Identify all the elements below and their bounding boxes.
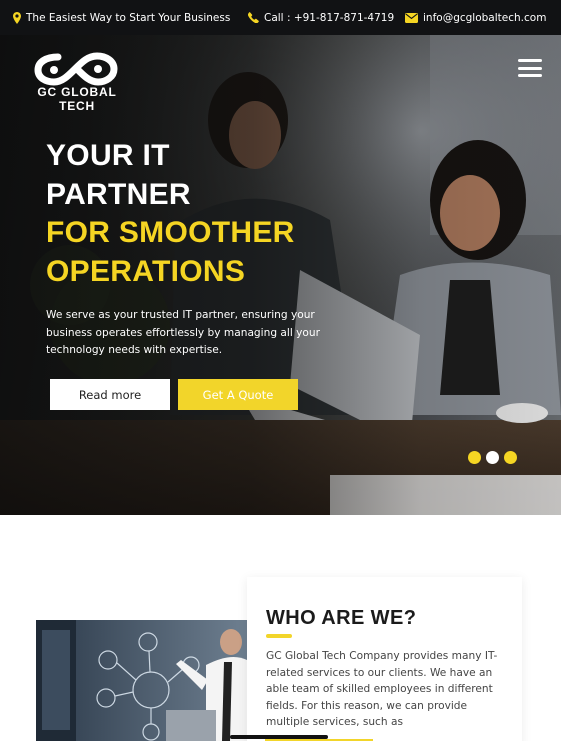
hero-description: We serve as your trusted IT partner, ens…	[46, 309, 320, 356]
hero-headline: YOUR IT PARTNER FOR SMOOTHER OPERATIONS	[46, 137, 295, 291]
phone-icon	[248, 12, 259, 23]
logo-text: GC GLOBAL TECH	[37, 85, 117, 113]
about-card: WHO ARE WE? GC Global Tech Company provi…	[247, 577, 522, 741]
phone-text: Call : +91-817-871-4719	[264, 11, 395, 24]
hero-section: GC GLOBAL TECH YOUR IT PARTNER FOR SMOOT…	[0, 35, 561, 515]
about-text: GC Global Tech Company provides many IT-…	[266, 650, 498, 728]
infinity-logo-icon	[34, 52, 118, 86]
envelope-icon	[405, 12, 418, 23]
slider-dots	[468, 451, 517, 464]
hamburger-menu-icon[interactable]	[518, 59, 542, 77]
headline-line: PARTNER	[46, 177, 191, 211]
get-quote-button[interactable]: Get A Quote	[178, 379, 298, 410]
headline-line-accent: OPERATIONS	[46, 254, 246, 288]
home-indicator	[230, 735, 328, 739]
tagline-text: The Easiest Way to Start Your Business	[26, 11, 231, 24]
about-title: WHO ARE WE?	[266, 607, 417, 629]
title-underline	[266, 634, 292, 638]
slider-dot[interactable]	[504, 451, 517, 464]
headline-line-accent: FOR SMOOTHER	[46, 216, 295, 249]
headline-line: YOUR IT	[46, 139, 170, 172]
brand-logo[interactable]: GC GLOBAL TECH	[18, 51, 136, 113]
about-image	[36, 620, 247, 741]
slider-dot[interactable]	[468, 451, 481, 464]
tagline: The Easiest Way to Start Your Business	[13, 0, 230, 35]
read-more-button[interactable]: Read more	[50, 379, 170, 410]
slider-dot-active[interactable]	[486, 451, 499, 464]
email-link[interactable]: info@gcglobaltech.com	[405, 0, 546, 35]
tech-network-illustration	[36, 620, 247, 741]
map-pin-icon	[13, 11, 21, 24]
email-text: info@gcglobaltech.com	[423, 11, 547, 24]
top-bar: The Easiest Way to Start Your Business C…	[0, 0, 561, 35]
phone-link[interactable]: Call : +91-817-871-4719	[248, 0, 394, 35]
